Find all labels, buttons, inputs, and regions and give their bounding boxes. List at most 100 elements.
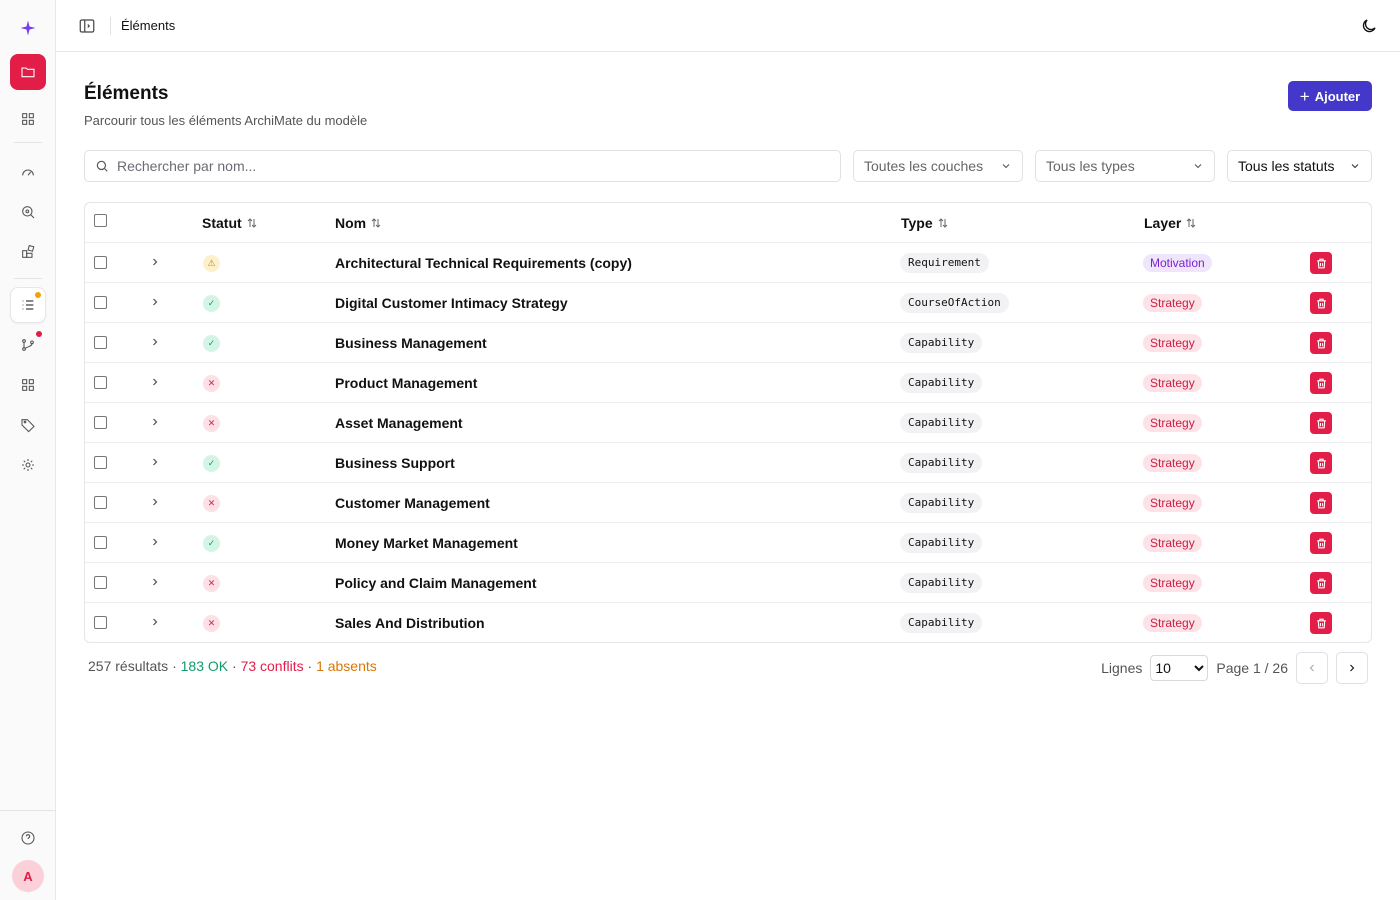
table-row[interactable]: ⚠ Architectural Technical Requirements (c… xyxy=(85,243,1371,283)
row-checkbox[interactable] xyxy=(94,536,107,549)
element-name[interactable]: Architectural Technical Requirements (co… xyxy=(335,255,632,271)
status-badge: ⚠ xyxy=(203,255,220,272)
list-icon[interactable] xyxy=(10,287,46,323)
table-row[interactable]: ✓ Business Management Capability Strategy xyxy=(85,323,1371,363)
expand-chevron-icon[interactable] xyxy=(149,256,161,268)
moon-theme-icon[interactable] xyxy=(1360,17,1378,35)
help-icon[interactable] xyxy=(10,820,46,856)
element-name[interactable]: Asset Management xyxy=(335,415,463,431)
prev-page-button[interactable] xyxy=(1296,652,1328,684)
expand-chevron-icon[interactable] xyxy=(149,616,161,628)
delete-button[interactable] xyxy=(1310,292,1332,314)
next-page-button[interactable] xyxy=(1336,652,1368,684)
row-checkbox[interactable] xyxy=(94,496,107,509)
sparkle-logo-icon[interactable] xyxy=(10,10,46,46)
folder-icon[interactable] xyxy=(10,54,46,90)
sort-icon xyxy=(938,218,947,228)
delete-button[interactable] xyxy=(1310,452,1332,474)
table-row[interactable]: ✕ Asset Management Capability Strategy xyxy=(85,403,1371,443)
expand-chevron-icon[interactable] xyxy=(149,496,161,508)
chevron-down-icon xyxy=(1002,164,1010,169)
delete-button[interactable] xyxy=(1310,572,1332,594)
expand-chevron-icon[interactable] xyxy=(149,536,161,548)
row-checkbox[interactable] xyxy=(94,376,107,389)
delete-button[interactable] xyxy=(1310,332,1332,354)
row-checkbox[interactable] xyxy=(94,296,107,309)
table-row[interactable]: ✕ Customer Management Capability Strategy xyxy=(85,483,1371,523)
row-checkbox[interactable] xyxy=(94,416,107,429)
type-badge: Capability xyxy=(900,373,983,393)
delete-button[interactable] xyxy=(1310,252,1332,274)
chevron-down-icon xyxy=(1351,164,1359,169)
chevron-down-icon xyxy=(1194,164,1202,169)
tag-icon[interactable] xyxy=(10,407,46,443)
row-checkbox[interactable] xyxy=(94,616,107,629)
table-row[interactable]: ✕ Policy and Claim Management Capability St… xyxy=(85,563,1371,603)
element-name[interactable]: Sales And Distribution xyxy=(335,615,485,631)
rail-divider xyxy=(14,142,42,143)
row-checkbox[interactable] xyxy=(94,576,107,589)
status-filter-select[interactable]: Tous les statuts xyxy=(1227,150,1372,182)
header-type[interactable]: Type xyxy=(901,215,949,231)
layer-badge: Strategy xyxy=(1143,294,1202,312)
delete-button[interactable] xyxy=(1310,412,1332,434)
row-checkbox[interactable] xyxy=(94,336,107,349)
expand-chevron-icon[interactable] xyxy=(149,576,161,588)
status-badge: ✓ xyxy=(203,535,220,552)
element-name[interactable]: Business Management xyxy=(335,335,487,351)
delete-button[interactable] xyxy=(1310,372,1332,394)
expand-chevron-icon[interactable] xyxy=(149,336,161,348)
expand-chevron-icon[interactable] xyxy=(149,296,161,308)
gauge-icon[interactable] xyxy=(10,154,46,190)
row-checkbox[interactable] xyxy=(94,256,107,269)
element-name[interactable]: Digital Customer Intimacy Strategy xyxy=(335,295,568,311)
components-icon[interactable] xyxy=(10,234,46,270)
table-row[interactable]: ✓ Digital Customer Intimacy Strategy Cours… xyxy=(85,283,1371,323)
layer-badge: Strategy xyxy=(1143,614,1202,632)
zoom-search-icon[interactable] xyxy=(10,194,46,230)
element-name[interactable]: Customer Management xyxy=(335,495,490,511)
type-badge: Requirement xyxy=(900,253,989,273)
delete-button[interactable] xyxy=(1310,492,1332,514)
rail-divider xyxy=(0,810,56,811)
header-layer[interactable]: Layer xyxy=(1144,215,1197,231)
layer-badge: Strategy xyxy=(1143,454,1202,472)
element-name[interactable]: Money Market Management xyxy=(335,535,518,551)
trash-icon xyxy=(1316,418,1326,428)
rail-divider xyxy=(14,278,42,279)
sidebar-toggle-icon[interactable] xyxy=(78,17,96,35)
search-input[interactable] xyxy=(117,158,817,174)
rows-per-page-select[interactable]: 10 xyxy=(1150,655,1209,681)
type-filter-select[interactable]: Tous les types xyxy=(1035,150,1215,182)
status-badge: ✕ xyxy=(203,375,220,392)
header-status[interactable]: Statut xyxy=(202,215,258,231)
element-name[interactable]: Product Management xyxy=(335,375,477,391)
settings-gear-icon[interactable] xyxy=(10,447,46,483)
page-title: Éléments xyxy=(84,83,169,104)
git-branch-icon[interactable] xyxy=(10,327,46,363)
add-button[interactable]: + Ajouter xyxy=(1288,81,1372,111)
topbar-divider xyxy=(110,17,111,35)
select-all-checkbox[interactable] xyxy=(94,214,107,227)
expand-chevron-icon[interactable] xyxy=(149,456,161,468)
element-name[interactable]: Policy and Claim Management xyxy=(335,575,537,591)
delete-button[interactable] xyxy=(1310,532,1332,554)
layer-filter-select[interactable]: Toutes les couches xyxy=(853,150,1023,182)
table-row[interactable]: ✓ Business Support Capability Strategy xyxy=(85,443,1371,483)
row-checkbox[interactable] xyxy=(94,456,107,469)
user-avatar[interactable]: A xyxy=(12,860,44,892)
table-row[interactable]: ✕ Product Management Capability Strategy xyxy=(85,363,1371,403)
table-row[interactable]: ✕ Sales And Distribution Capability Strateg… xyxy=(85,603,1371,642)
layer-badge: Motivation xyxy=(1143,254,1212,272)
delete-button[interactable] xyxy=(1310,612,1332,634)
dashboard-icon[interactable] xyxy=(10,101,46,137)
table-row[interactable]: ✓ Money Market Management Capability Strate… xyxy=(85,523,1371,563)
element-name[interactable]: Business Support xyxy=(335,455,455,471)
header-name[interactable]: Nom xyxy=(335,215,382,231)
type-badge: Capability xyxy=(900,573,983,593)
layer-badge: Strategy xyxy=(1143,414,1202,432)
expand-chevron-icon[interactable] xyxy=(149,376,161,388)
search-box[interactable] xyxy=(84,150,841,182)
apps-grid-icon[interactable] xyxy=(10,367,46,403)
expand-chevron-icon[interactable] xyxy=(149,416,161,428)
